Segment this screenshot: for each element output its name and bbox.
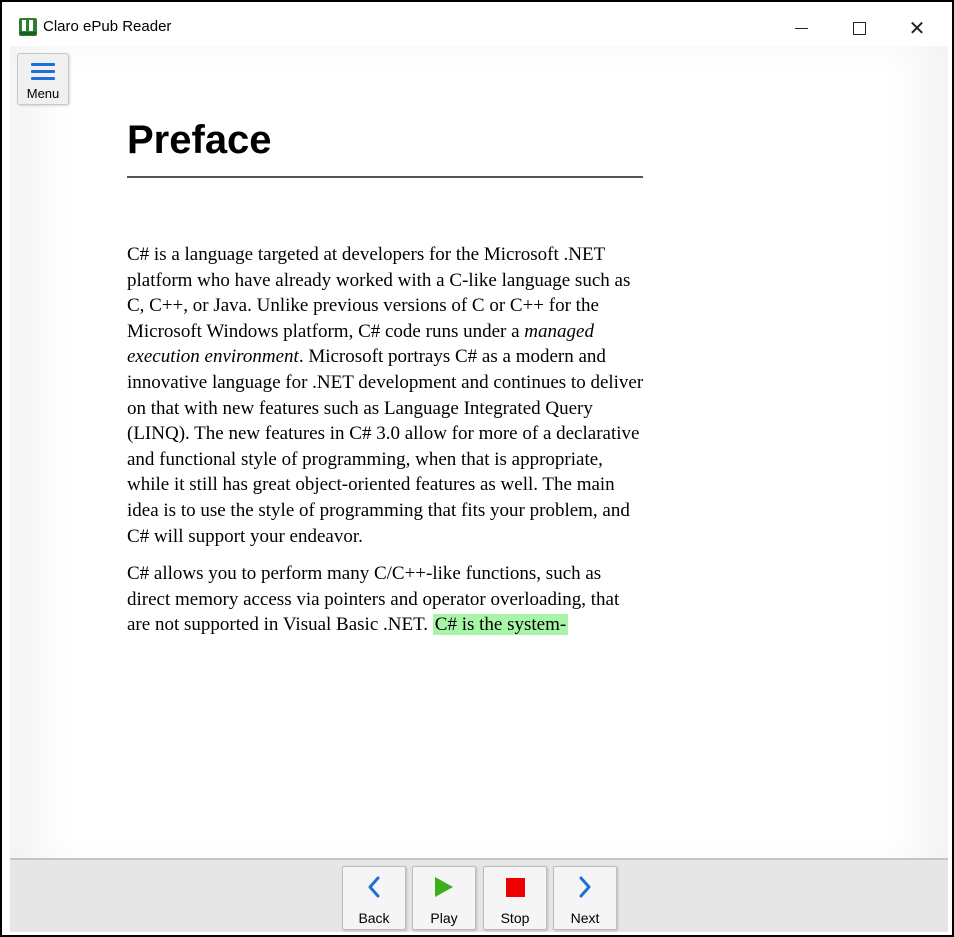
minimize-icon: [794, 27, 808, 29]
stop-label: Stop: [500, 910, 530, 926]
maximize-icon: [852, 21, 866, 35]
maximize-button[interactable]: [830, 10, 888, 46]
reader-area[interactable]: Menu Preface C# is a language targeted a…: [10, 46, 948, 858]
stop-button[interactable]: Stop: [483, 866, 547, 930]
next-label: Next: [570, 910, 600, 926]
play-label: Play: [430, 910, 458, 926]
paragraph-2: C# allows you to perform many C/C++-like…: [127, 561, 647, 638]
close-button[interactable]: ✕: [888, 10, 946, 46]
play-button[interactable]: Play: [412, 866, 476, 930]
hamburger-icon: [31, 63, 55, 81]
stop-icon: [484, 875, 546, 899]
minimize-button[interactable]: [772, 10, 830, 46]
chevron-left-icon: [343, 875, 405, 899]
chevron-right-icon: [554, 875, 616, 899]
next-button[interactable]: Next: [553, 866, 617, 930]
paragraph-1-text-end: . Microsoft portrays C# as a modern and …: [127, 346, 644, 547]
menu-label: Menu: [26, 86, 60, 101]
document-text: C# is a language targeted at developers …: [127, 242, 647, 650]
heading-divider: [127, 176, 643, 178]
menu-button[interactable]: Menu: [17, 53, 69, 105]
reading-highlight: C# is the system-: [432, 614, 569, 636]
app-window: Claro ePub Reader ✕ Menu Preface C# is a…: [0, 0, 954, 937]
playback-toolbar: Back Play Stop Next: [10, 858, 948, 932]
chapter-heading: Preface: [127, 118, 272, 162]
close-icon: ✕: [908, 16, 926, 40]
back-label: Back: [358, 910, 390, 926]
paragraph-1: C# is a language targeted at developers …: [127, 242, 647, 549]
back-button[interactable]: Back: [342, 866, 406, 930]
app-icon: [19, 18, 37, 36]
play-icon: [413, 875, 475, 899]
window-title: Claro ePub Reader: [43, 18, 172, 35]
title-bar: Claro ePub Reader ✕: [10, 10, 948, 46]
